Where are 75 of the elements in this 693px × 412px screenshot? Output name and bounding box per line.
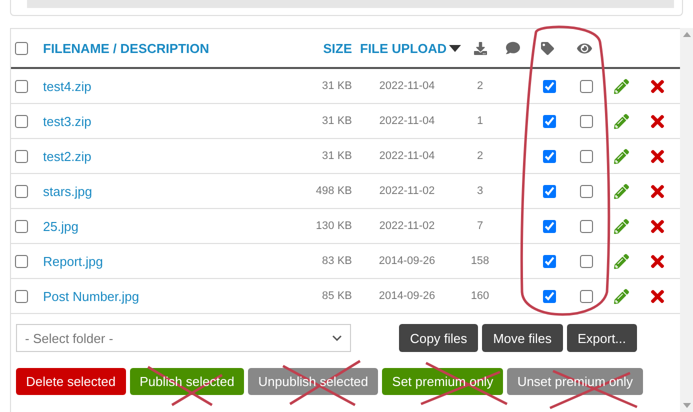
edit-icon[interactable] [614,254,628,268]
tag-icon [540,42,554,54]
size-cell: 31 KB [322,115,352,127]
visible-checkbox[interactable] [580,80,592,92]
filename-link[interactable]: 25.jpg [35,218,272,234]
file-action-button[interactable]: Export... [566,324,638,352]
premium-checkbox[interactable] [542,184,556,198]
downloads-cell: 160 [470,290,490,302]
scrollbar[interactable] [680,28,693,412]
visible-checkbox[interactable] [580,290,592,302]
scroll-up-icon[interactable] [682,32,690,37]
row-checkbox[interactable] [15,290,28,302]
filename-link[interactable]: stars.jpg [35,184,272,198]
comment-icon [506,41,520,55]
filename-link[interactable]: test3.zip [35,114,272,128]
row-checkbox[interactable] [15,254,28,268]
edit-icon[interactable] [614,184,628,198]
downloads-cell: 3 [476,185,484,197]
date-cell: 2022-11-04 [379,80,435,92]
edit-icon[interactable] [614,114,628,128]
filename-link[interactable]: Report.jpg [35,254,272,268]
visible-checkbox[interactable] [580,150,592,162]
scroll-down-icon[interactable] [682,403,690,408]
select-all-checkbox[interactable] [15,42,28,54]
downloads-cell: 7 [476,220,484,232]
file-action-button[interactable]: Move files [482,324,563,352]
column-header[interactable]: SIZE [323,40,352,56]
date-cell: 2014-09-26 [378,255,436,267]
eye-icon [576,40,592,56]
date-cell: 2022-11-02 [379,185,435,197]
size-cell: 130 KB [316,220,352,232]
premium-checkbox[interactable] [542,254,556,268]
row-checkbox[interactable] [15,184,28,198]
bulk-action-button[interactable]: Set premium only [382,368,504,395]
date-cell: 2022-11-04 [379,150,435,162]
folder-select[interactable]: - Select folder - [16,324,351,352]
size-cell: 31 KB [322,80,352,92]
downloads-cell: 1 [476,115,484,127]
date-cell: 2022-11-04 [379,115,435,127]
row-checkbox[interactable] [15,80,28,92]
downloads-cell: 2 [476,150,484,162]
visible-checkbox[interactable] [580,254,592,268]
bulk-action-button[interactable]: Delete selected [16,368,126,395]
visible-checkbox[interactable] [580,220,592,232]
filename-link[interactable]: test2.zip [35,148,272,164]
filename-link[interactable]: test4.zip [35,78,272,94]
row-checkbox[interactable] [15,150,28,162]
visible-checkbox[interactable] [580,114,592,128]
size-cell: 31 KB [322,150,352,162]
filename-link[interactable]: Post Number.jpg [35,288,272,304]
premium-checkbox[interactable] [542,290,556,302]
edit-icon[interactable] [614,288,628,304]
premium-checkbox[interactable] [542,220,556,232]
row-checkbox[interactable] [15,114,28,128]
edit-icon[interactable] [614,218,628,234]
edit-icon[interactable] [614,78,628,94]
size-cell: 85 KB [322,290,352,302]
row-checkbox[interactable] [15,220,28,232]
file-action-button[interactable]: Copy files [399,324,478,352]
downloads-cell: 2 [476,80,484,92]
visible-checkbox[interactable] [580,184,592,198]
edit-icon[interactable] [614,148,628,164]
column-header[interactable]: FILENAME / DESCRIPTION [35,40,210,56]
size-cell: 83 KB [322,255,352,267]
date-cell: 2014-09-26 [378,290,436,302]
chevron-down-icon [332,335,342,341]
premium-checkbox[interactable] [542,80,556,92]
downloads-cell: 158 [470,255,490,267]
premium-checkbox[interactable] [542,150,556,162]
premium-checkbox[interactable] [542,114,556,128]
date-cell: 2022-11-02 [379,220,435,232]
size-cell: 498 KB [316,185,352,197]
download-icon [474,42,486,54]
bulk-action-button[interactable]: Publish selected [130,368,244,395]
column-header[interactable]: FILE UPLOAD [352,40,461,56]
